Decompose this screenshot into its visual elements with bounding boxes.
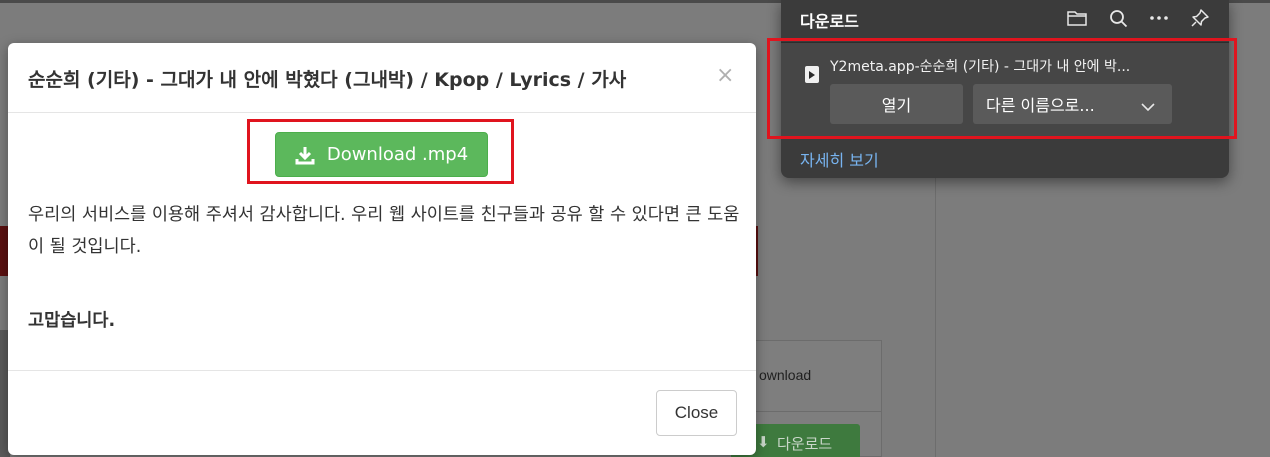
see-more-link[interactable]: 자세히 보기 (800, 147, 879, 171)
close-button[interactable]: Close (656, 390, 737, 436)
modal-thanks: 고맙습니다. (28, 311, 116, 331)
downloads-title: 다운로드 (800, 12, 859, 31)
download-icon: ⬇ (757, 433, 770, 451)
download-modal: 순순희 (기타) - 그대가 내 안에 박혔다 (그내박) / Kpop / L… (8, 43, 756, 455)
modal-footer-divider (8, 370, 756, 371)
page-download-button-label: 다운로드 (777, 435, 833, 453)
modal-title: 순순희 (기타) - 그대가 내 안에 박혔다 (그내박) / Kpop / L… (28, 69, 627, 91)
download-mp4-label: Download .mp4 (326, 144, 469, 165)
highlight-box-download-item (767, 38, 1237, 139)
folder-icon[interactable] (1067, 8, 1087, 28)
download-icon (295, 145, 315, 165)
close-icon[interactable]: × (716, 65, 734, 87)
more-icon[interactable] (1149, 8, 1169, 28)
page-card-divider (745, 411, 881, 412)
downloads-toolbar (1067, 8, 1231, 30)
download-mp4-button[interactable]: Download .mp4 (275, 132, 488, 177)
pin-icon[interactable] (1190, 8, 1210, 28)
search-icon[interactable] (1108, 8, 1128, 28)
page-card-text: ownload (759, 367, 812, 383)
modal-header: 순순희 (기타) - 그대가 내 안에 박혔다 (그내박) / Kpop / L… (8, 43, 756, 113)
modal-message: 우리의 서비스를 이용해 주셔서 감사합니다. 우리 웹 사이트를 친구들과 공… (28, 205, 740, 257)
